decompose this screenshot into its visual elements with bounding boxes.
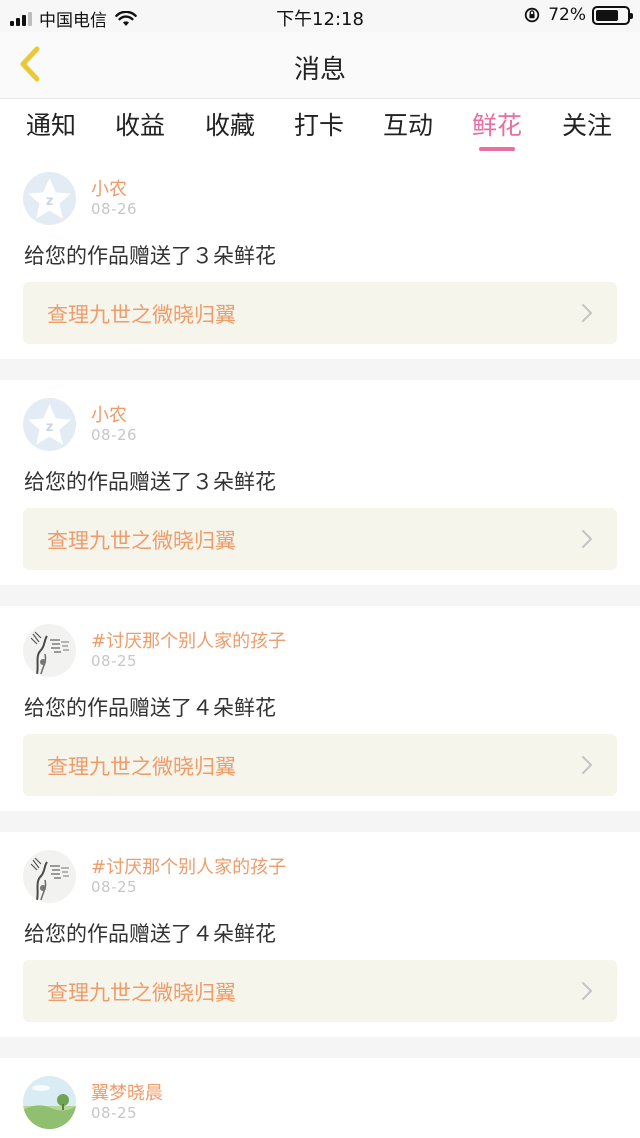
default-avatar-icon: z <box>23 172 76 225</box>
message-list: z 小农 08-26 给您的作品赠送了３朵鲜花 查理九世之微晓归翼 z 小农 0… <box>0 154 640 1138</box>
work-title: 查理九世之微晓归翼 <box>47 303 236 327</box>
message-card: 翼梦晓晨 08-25 <box>0 1058 640 1138</box>
active-tab-indicator <box>479 147 515 151</box>
work-title: 查理九世之微晓归翼 <box>47 755 236 779</box>
chevron-right-icon <box>582 530 592 548</box>
tab-flowers[interactable]: 鲜花 <box>462 106 532 151</box>
work-title: 查理九世之微晓归翼 <box>47 529 236 553</box>
tab-notifications[interactable]: 通知 <box>16 106 86 142</box>
page-title: 消息 <box>293 55 346 85</box>
tab-favorites[interactable]: 收藏 <box>195 106 265 142</box>
work-link[interactable]: 查理九世之微晓归翼 <box>23 282 617 344</box>
message-text: 给您的作品赠送了４朵鲜花 <box>24 922 276 946</box>
tab-following[interactable]: 关注 <box>552 106 622 142</box>
sender-name[interactable]: #讨厌那个别人家的孩子 <box>91 627 286 653</box>
work-title: 查理九世之微晓归翼 <box>47 981 236 1005</box>
sender-name[interactable]: 翼梦晓晨 <box>91 1079 163 1105</box>
chevron-right-icon <box>582 756 592 774</box>
tab-checkin[interactable]: 打卡 <box>284 106 354 142</box>
avatar[interactable]: z <box>23 172 76 225</box>
message-date: 08-25 <box>91 878 138 896</box>
message-date: 08-25 <box>91 1104 138 1122</box>
work-link[interactable]: 查理九世之微晓归翼 <box>23 734 617 796</box>
default-avatar-icon: z <box>23 398 76 451</box>
rotation-lock-icon <box>525 7 540 23</box>
battery-level <box>596 9 618 21</box>
avatar[interactable] <box>23 624 76 677</box>
tab-earnings[interactable]: 收益 <box>105 106 175 142</box>
svg-text:z: z <box>46 194 54 209</box>
message-card: #讨厌那个别人家的孩子 08-25 给您的作品赠送了４朵鲜花 查理九世之微晓归翼 <box>0 606 640 811</box>
message-text: 给您的作品赠送了３朵鲜花 <box>24 244 276 268</box>
message-date: 08-26 <box>91 426 138 444</box>
landscape-avatar-icon <box>23 1076 76 1129</box>
tab-interactions[interactable]: 互动 <box>373 106 443 142</box>
svg-text:z: z <box>46 420 54 435</box>
sketch-avatar-icon <box>23 624 76 677</box>
message-text: 给您的作品赠送了４朵鲜花 <box>24 696 276 720</box>
message-date: 08-26 <box>91 200 138 218</box>
message-text: 给您的作品赠送了３朵鲜花 <box>24 470 276 494</box>
message-card: z 小农 08-26 给您的作品赠送了３朵鲜花 查理九世之微晓归翼 <box>0 154 640 359</box>
battery-icon <box>592 5 633 25</box>
chevron-right-icon <box>582 982 592 1000</box>
avatar[interactable] <box>23 850 76 903</box>
category-tabs: 通知 收益 收藏 打卡 互动 鲜花 关注 <box>0 98 640 154</box>
nav-bar: 消息 <box>0 32 640 98</box>
work-link[interactable]: 查理九世之微晓归翼 <box>23 508 617 570</box>
sender-name[interactable]: #讨厌那个别人家的孩子 <box>91 853 286 879</box>
avatar[interactable]: z <box>23 398 76 451</box>
status-right: 72% <box>524 5 633 25</box>
sender-name[interactable]: 小农 <box>91 175 127 201</box>
message-card: #讨厌那个别人家的孩子 08-25 给您的作品赠送了４朵鲜花 查理九世之微晓归翼 <box>0 832 640 1037</box>
chevron-right-icon <box>582 304 592 322</box>
message-card: z 小农 08-26 给您的作品赠送了３朵鲜花 查理九世之微晓归翼 <box>0 380 640 585</box>
work-link[interactable]: 查理九世之微晓归翼 <box>23 960 617 1022</box>
avatar[interactable] <box>23 1076 76 1129</box>
status-bar: 中国电信 下午12:18 72% <box>0 0 640 32</box>
sketch-avatar-icon <box>23 850 76 903</box>
message-date: 08-25 <box>91 652 138 670</box>
sender-name[interactable]: 小农 <box>91 401 127 427</box>
battery-percent: 72% <box>548 5 586 25</box>
tab-flowers-label: 鲜花 <box>471 111 522 140</box>
